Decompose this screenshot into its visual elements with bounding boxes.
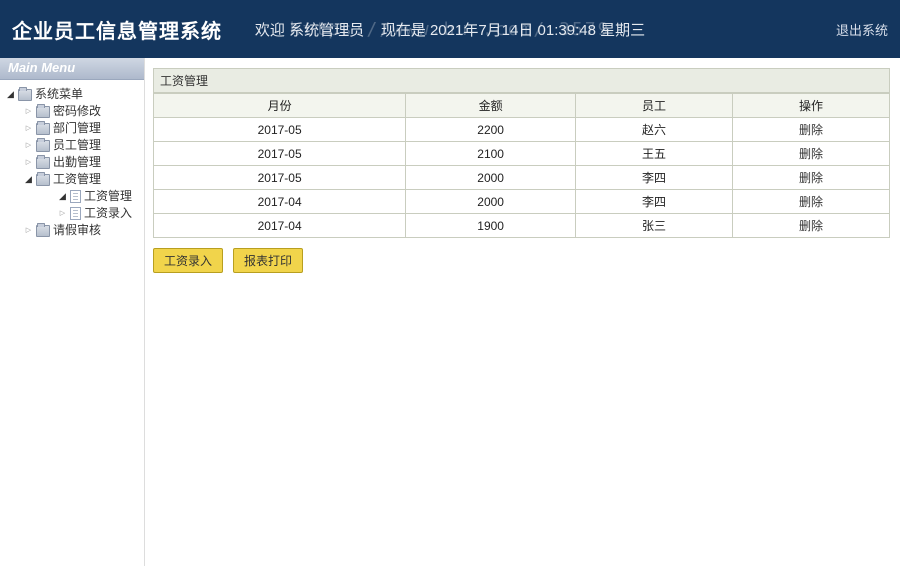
menu-label: 请假审核 xyxy=(53,222,101,239)
delete-link[interactable]: 删除 xyxy=(732,118,889,142)
logout-link[interactable]: 退出系统 xyxy=(836,20,888,39)
delete-link[interactable]: 删除 xyxy=(732,142,889,166)
cell-amount: 2000 xyxy=(406,190,576,214)
cell-month: 2017-04 xyxy=(154,214,406,238)
menu-label: 工资管理 xyxy=(53,171,101,188)
table-header-row: 月份 金额 员工 操作 xyxy=(154,94,890,118)
triangle-icon: ▷ xyxy=(24,158,33,167)
menu-employee[interactable]: ▷ 员工管理 xyxy=(24,137,140,154)
tree-root[interactable]: ◢ 系统菜单 xyxy=(6,86,140,103)
salary-table: 月份 金额 员工 操作 2017-052200赵六删除2017-052100王五… xyxy=(153,93,890,238)
menu-label: 员工管理 xyxy=(53,137,101,154)
folder-icon xyxy=(36,225,50,237)
triangle-icon: ▷ xyxy=(24,226,33,235)
datetime-text: 2021年7月14日 01:39:48 星期三 xyxy=(430,22,645,39)
triangle-icon: ▷ xyxy=(24,107,33,116)
cell-employee: 赵六 xyxy=(576,118,733,142)
menu-salary-manage[interactable]: ◢ 工资管理 xyxy=(58,188,140,205)
folder-icon xyxy=(36,174,50,186)
cell-month: 2017-04 xyxy=(154,190,406,214)
cell-employee: 王五 xyxy=(576,142,733,166)
now-prefix: 现在是 xyxy=(381,22,426,39)
salary-entry-button[interactable]: 工资录入 xyxy=(153,248,223,273)
folder-icon xyxy=(18,89,32,101)
cell-employee: 李四 xyxy=(576,166,733,190)
menu-attendance[interactable]: ▷ 出勤管理 xyxy=(24,154,140,171)
role-text: 系统管理员 xyxy=(289,22,364,39)
cell-month: 2017-05 xyxy=(154,118,406,142)
menu-department[interactable]: ▷ 部门管理 xyxy=(24,120,140,137)
welcome-prefix: 欢迎 xyxy=(255,22,285,39)
chevron-down-icon: ◢ xyxy=(24,175,33,184)
app-title: 企业员工信息管理系统 xyxy=(12,15,222,44)
sidebar-title: Main Menu xyxy=(0,58,144,80)
table-row: 2017-042000李四删除 xyxy=(154,190,890,214)
cell-amount: 1900 xyxy=(406,214,576,238)
col-employee: 员工 xyxy=(576,94,733,118)
table-row: 2017-052000李四删除 xyxy=(154,166,890,190)
tree-root-label: 系统菜单 xyxy=(35,86,83,103)
folder-icon xyxy=(36,157,50,169)
main-content: 工资管理 月份 金额 员工 操作 2017-052200赵六删除2017-052… xyxy=(145,58,900,566)
menu-label: 工资管理 xyxy=(84,188,132,205)
report-print-button[interactable]: 报表打印 xyxy=(233,248,303,273)
menu-tree: ◢ 系统菜单 ▷ 密码修改 ▷ 部门管理 ▷ 员工管理 ▷ 出勤管理 ◢ 工资管理 ◢ 工资… xyxy=(0,80,144,245)
cell-amount: 2200 xyxy=(406,118,576,142)
menu-label: 出勤管理 xyxy=(53,154,101,171)
cell-employee: 李四 xyxy=(576,190,733,214)
chevron-down-icon: ◢ xyxy=(6,90,15,99)
header-status: 欢迎 系统管理员 现在是 2021年7月14日 01:39:48 星期三 xyxy=(255,19,645,40)
sidebar: Main Menu ◢ 系统菜单 ▷ 密码修改 ▷ 部门管理 ▷ 员工管理 ▷ 出勤管理 xyxy=(0,58,145,566)
header-bar: 企业员工信息管理系统 https://www.hu .com/ 3579 欢迎 … xyxy=(0,0,900,58)
col-month: 月份 xyxy=(154,94,406,118)
chevron-down-icon: ◢ xyxy=(58,192,67,201)
cell-amount: 2100 xyxy=(406,142,576,166)
menu-label: 工资录入 xyxy=(84,205,132,222)
table-row: 2017-052200赵六删除 xyxy=(154,118,890,142)
file-icon xyxy=(70,207,81,220)
col-action: 操作 xyxy=(732,94,889,118)
cell-amount: 2000 xyxy=(406,166,576,190)
triangle-icon: ▷ xyxy=(24,124,33,133)
menu-label: 密码修改 xyxy=(53,103,101,120)
button-row: 工资录入 报表打印 xyxy=(153,248,890,273)
menu-salary-entry[interactable]: ▷ 工资录入 xyxy=(58,205,140,222)
folder-icon xyxy=(36,106,50,118)
file-icon xyxy=(70,190,81,203)
panel-title: 工资管理 xyxy=(153,68,890,93)
cell-employee: 张三 xyxy=(576,214,733,238)
triangle-icon: ▷ xyxy=(58,209,67,218)
cell-month: 2017-05 xyxy=(154,142,406,166)
menu-label: 部门管理 xyxy=(53,120,101,137)
delete-link[interactable]: 删除 xyxy=(732,190,889,214)
cell-month: 2017-05 xyxy=(154,166,406,190)
col-amount: 金额 xyxy=(406,94,576,118)
table-row: 2017-052100王五删除 xyxy=(154,142,890,166)
table-row: 2017-041900张三删除 xyxy=(154,214,890,238)
triangle-icon: ▷ xyxy=(24,141,33,150)
menu-leave[interactable]: ▷ 请假审核 xyxy=(24,222,140,239)
delete-link[interactable]: 删除 xyxy=(732,214,889,238)
delete-link[interactable]: 删除 xyxy=(732,166,889,190)
menu-password[interactable]: ▷ 密码修改 xyxy=(24,103,140,120)
menu-salary[interactable]: ◢ 工资管理 xyxy=(24,171,140,188)
folder-icon xyxy=(36,140,50,152)
folder-icon xyxy=(36,123,50,135)
